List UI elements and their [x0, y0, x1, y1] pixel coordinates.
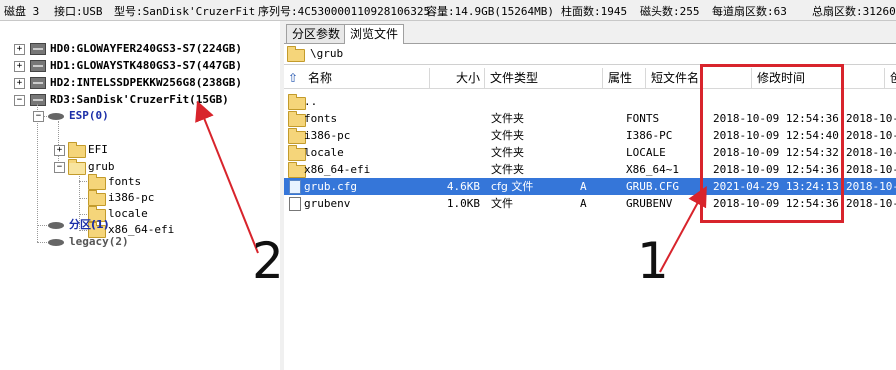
arrow-to-usb-disk [195, 100, 259, 254]
annotation-number-1: 1 [637, 232, 669, 290]
annotation-number-2: 2 [252, 232, 284, 290]
annotation-arrows [195, 100, 707, 273]
